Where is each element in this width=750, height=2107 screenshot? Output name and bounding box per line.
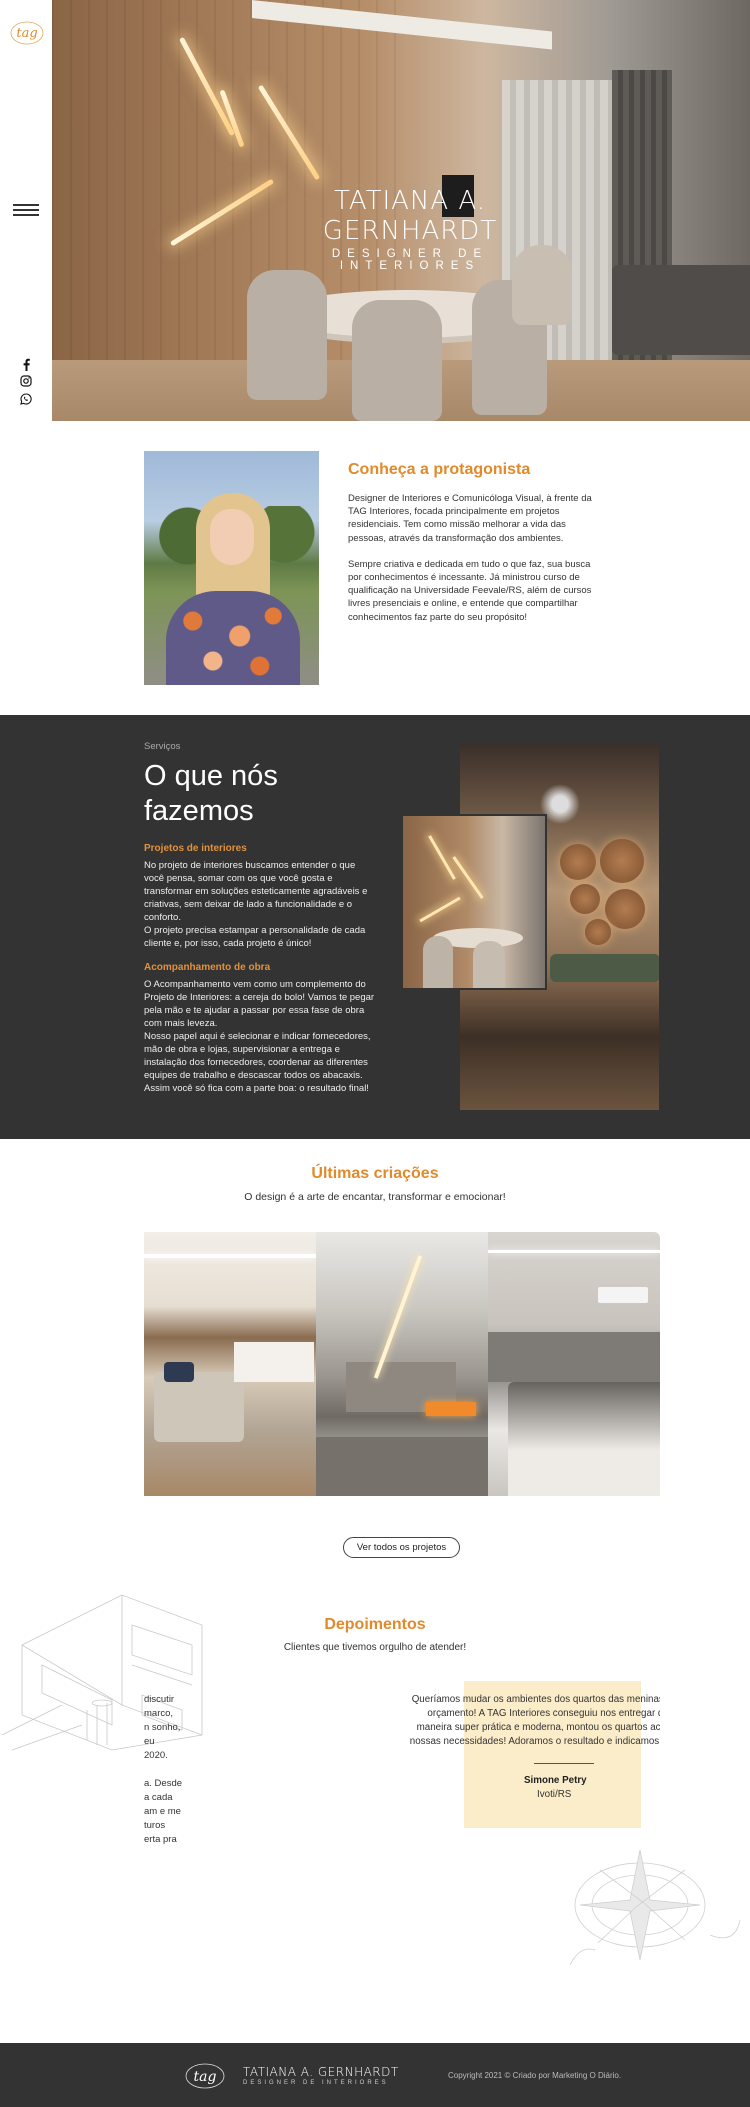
footer-tag-logo[interactable]: tag: [183, 2060, 227, 2092]
wall-light-bar: [452, 856, 484, 899]
decor-circle: [605, 889, 645, 929]
footer-copyright: Copyright 2021 © Criado por Marketing O …: [448, 2071, 622, 2080]
about-heading: Conheça a protagonista: [348, 461, 531, 478]
project-gallery: [144, 1232, 660, 1496]
service-heading: Projetos de interiores: [144, 843, 247, 854]
photo-bed: [508, 1382, 660, 1496]
photo-blouse: [166, 591, 300, 685]
fragment-line: turos: [144, 1820, 166, 1831]
photo-counter: [234, 1342, 314, 1382]
whatsapp-icon[interactable]: [18, 391, 34, 407]
fragment-line: discutir: [144, 1694, 175, 1705]
hero-title-block: TATIANA A. GERNHARDT DESIGNER DE INTERIO…: [260, 186, 560, 272]
decor-circle: [600, 839, 644, 883]
photo-ceiling-light: [488, 1250, 660, 1253]
menu-line: [13, 209, 39, 211]
photo-chair: [423, 936, 453, 988]
testimonials-subtitle: Clientes que tivemos orgulho de atender!: [283, 1642, 467, 1653]
photo-cushion: [164, 1362, 194, 1382]
services-title: O que nós fazemos: [144, 760, 278, 827]
fragment-line: am e me: [144, 1806, 181, 1817]
site-footer: tag TATIANA A. GERNHARDT DESIGNER DE INT…: [0, 2043, 750, 2107]
compass-illustration: [569, 1849, 741, 1966]
fragment-line: marco,: [144, 1708, 174, 1719]
chair: [247, 270, 327, 400]
portfolio-title: Últimas criações: [311, 1165, 439, 1182]
testimonials-title: Depoimentos: [324, 1616, 426, 1633]
hero-banner: TATIANA A. GERNHARDT DESIGNER DE INTERIO…: [52, 0, 750, 421]
fragment-line: n sonho,: [144, 1722, 181, 1733]
portfolio-subtitle: O design é a arte de encantar, transform…: [244, 1191, 506, 1203]
menu-line: [13, 204, 39, 206]
services-section: Serviços O que nós fazemos Projetos de i…: [0, 715, 750, 1139]
fragment-line: erta pra: [144, 1834, 177, 1845]
service-text: No projeto de interiores buscamos entend…: [144, 860, 368, 949]
testimonial-card[interactable]: Queríamos mudar os ambientes dos quartos…: [405, 1693, 660, 1823]
photo-chair: [473, 941, 505, 988]
instagram-icon[interactable]: [18, 373, 34, 389]
photo-light-strip: [373, 1255, 423, 1379]
hero-subtitle: DESIGNER DE INTERIORES: [331, 248, 489, 272]
service-heading: Acompanhamento de obra: [144, 962, 271, 973]
photo-sofa: [550, 954, 659, 982]
menu-line: [13, 214, 39, 216]
about-paragraph: Designer de Interiores e Comunicóloga Vi…: [348, 493, 592, 544]
service-photo-small: [401, 814, 547, 990]
photo-fireplace: [426, 1402, 476, 1416]
fragment-line: eu: [144, 1736, 155, 1747]
service-item: Projetos de interiores No projeto de int…: [144, 843, 376, 950]
testimonial-quote: Queríamos mudar os ambientes dos quartos…: [409, 1694, 660, 1747]
facebook-icon[interactable]: [18, 356, 34, 372]
tag-logo[interactable]: tag: [8, 16, 46, 50]
gallery-item-living-room[interactable]: [144, 1232, 316, 1496]
portrait-photo: [144, 451, 319, 685]
footer-brand-name: TATIANA A. GERNHARDT: [243, 2065, 399, 2079]
footer-brand-role: DESIGNER DE INTERIORES: [243, 2080, 389, 2086]
previous-testimonial-fragment: discutir marco, n sonho, eu 2020. a. Des…: [144, 1693, 184, 1853]
svg-text:tag: tag: [194, 2069, 217, 2085]
services-eyebrow: Serviços: [144, 741, 181, 752]
chair: [352, 300, 442, 421]
service-item: Acompanhamento de obra O Acompanhamento …: [144, 962, 376, 1095]
photo-rug: [316, 1437, 488, 1496]
decor-circle: [585, 919, 611, 945]
sofa: [612, 265, 750, 355]
testimonial-divider: [534, 1763, 594, 1764]
view-all-projects-button[interactable]: Ver todos os projetos: [343, 1537, 460, 1558]
about-section: Conheça a protagonista Designer de Inter…: [348, 461, 603, 624]
hamburger-menu-button[interactable]: [13, 204, 39, 218]
service-text: O Acompanhamento vem como um complemento…: [144, 979, 375, 1094]
about-paragraph: Sempre criativa e dedicada em tudo o que…: [348, 558, 592, 623]
photo-face: [210, 509, 254, 565]
photo-air-conditioner: [598, 1287, 648, 1303]
fragment-line: a cada: [144, 1792, 173, 1803]
wall-light-bar: [419, 896, 461, 923]
photo-ceiling-light: [144, 1254, 316, 1258]
gallery-item-bedroom[interactable]: [488, 1232, 660, 1496]
testimonial-author: Simone Petry: [524, 1775, 587, 1786]
photo-sofa: [154, 1372, 244, 1442]
decor-circle: [570, 884, 600, 914]
decor-circle: [560, 844, 596, 880]
fragment-line: a. Desde: [144, 1778, 183, 1789]
hero-title: TATIANA A. GERNHARDT: [322, 186, 498, 246]
fragment-line: 2020.: [144, 1750, 168, 1761]
fragment-line: [144, 1763, 184, 1777]
photo-headboard: [488, 1332, 660, 1382]
side-rail: tag: [0, 0, 52, 421]
testimonial-city: Ivoti/RS: [537, 1789, 572, 1800]
gallery-item-loft[interactable]: [316, 1232, 488, 1496]
svg-text:tag: tag: [16, 26, 37, 41]
